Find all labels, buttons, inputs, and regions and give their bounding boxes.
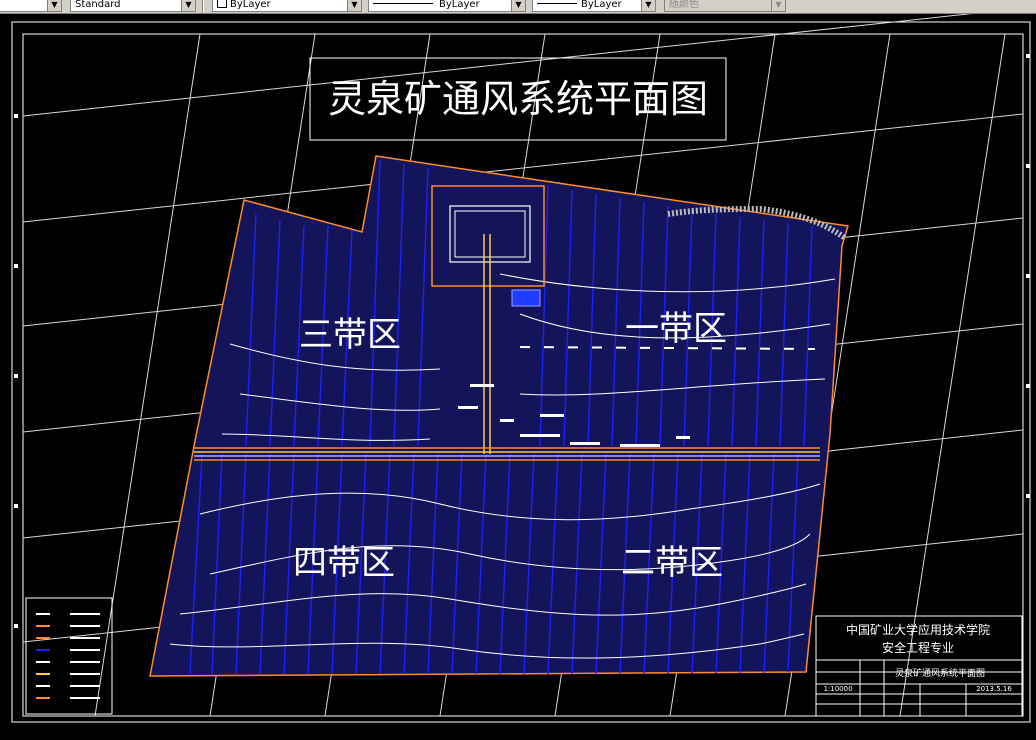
text-style-combo[interactable]: Standard ▼ xyxy=(70,0,196,12)
legend-symbols xyxy=(36,613,100,699)
drawing-canvas[interactable]: 灵泉矿通风系统平面图 三带区 一带区 四带区 二带区 中国矿业大学应用技术学院 … xyxy=(0,14,1036,740)
properties-toolbar: 5▼ Standard▼ ByLayer▼ ByLayer▼ ByLayer▼ … xyxy=(0,0,1036,14)
chevron-down-icon[interactable]: ▼ xyxy=(511,0,525,11)
linetype-sample xyxy=(373,3,433,4)
chevron-down-icon[interactable]: ▼ xyxy=(181,0,195,11)
chevron-down-icon[interactable]: ▼ xyxy=(47,0,61,11)
linetype-value: ByLayer xyxy=(439,0,480,10)
lineweight-value: ByLayer xyxy=(581,0,622,10)
water-sump xyxy=(511,289,541,307)
zone-label-1: 一带区 xyxy=(625,309,727,349)
lineweight-sample xyxy=(537,3,577,4)
zone-label-3: 三带区 xyxy=(299,315,401,355)
cad-drawing: 灵泉矿通风系统平面图 三带区 一带区 四带区 二带区 中国矿业大学应用技术学院 … xyxy=(11,14,1031,723)
lineweight-combo[interactable]: ByLayer ▼ xyxy=(532,0,656,12)
toolbar-separator xyxy=(202,0,204,13)
linetype-combo[interactable]: ByLayer ▼ xyxy=(368,0,526,12)
chevron-down-icon[interactable]: ▼ xyxy=(641,0,655,11)
zone-label-4: 四带区 xyxy=(293,543,395,583)
title-block-date: 2013.5.16 xyxy=(976,685,1012,693)
text-style-value: Standard xyxy=(75,0,121,10)
title-block: 中国矿业大学应用技术学院 安全工程专业 灵泉矿通风系统平面图 1:10000 2… xyxy=(815,615,1023,717)
chevron-down-icon[interactable]: ▼ xyxy=(347,0,361,11)
plot-style-combo: 随颜色 ▼ xyxy=(664,0,786,12)
title-block-scale: 1:10000 xyxy=(823,685,852,693)
color-value: ByLayer xyxy=(230,0,271,10)
drawing-title: 灵泉矿通风系统平面图 xyxy=(328,77,708,121)
zone-label-2: 二带区 xyxy=(621,543,723,583)
color-combo[interactable]: ByLayer ▼ xyxy=(212,0,362,12)
legend-box xyxy=(25,597,113,715)
title-block-drawing-name: 灵泉矿通风系统平面图 xyxy=(895,667,985,679)
chevron-down-icon: ▼ xyxy=(771,0,785,11)
title-block-school: 中国矿业大学应用技术学院 xyxy=(846,622,990,637)
dim-style-combo[interactable]: 5▼ xyxy=(0,0,62,12)
color-swatch-icon xyxy=(217,0,227,8)
plot-style-value: 随颜色 xyxy=(669,0,699,10)
title-block-major: 安全工程专业 xyxy=(882,640,954,655)
